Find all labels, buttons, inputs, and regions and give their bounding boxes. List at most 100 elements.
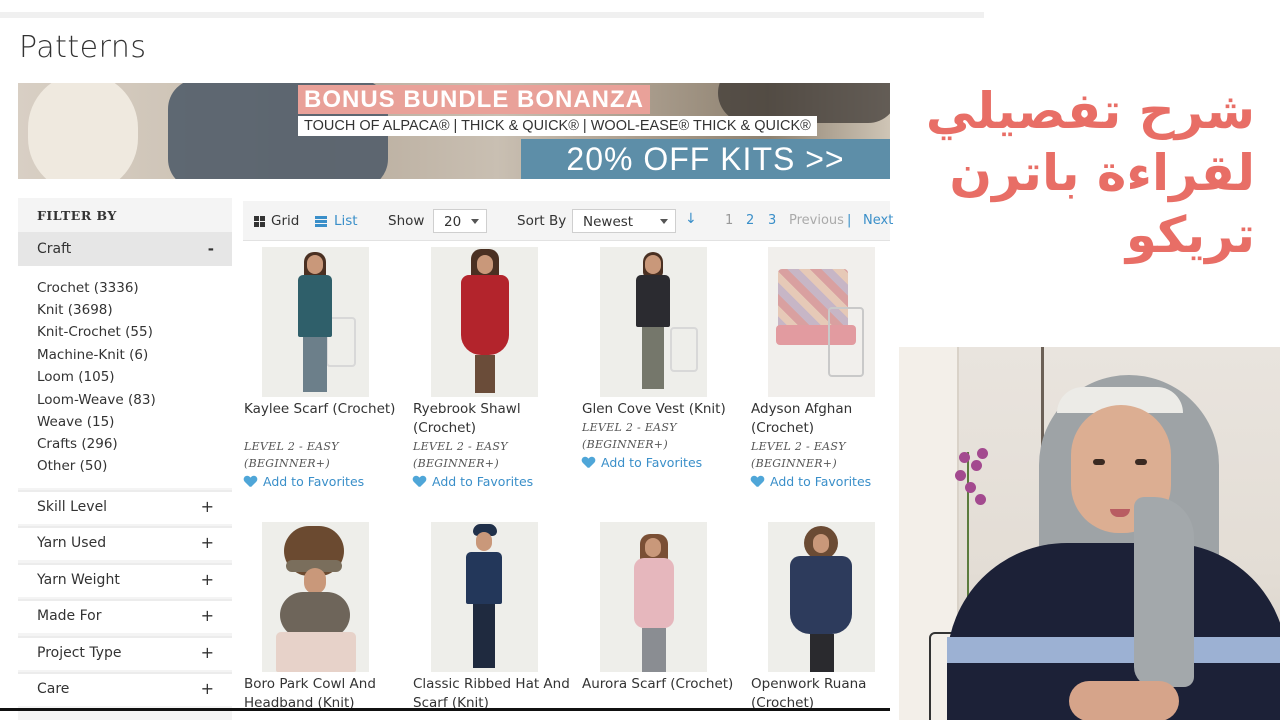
heart-icon	[244, 476, 257, 487]
sort-label: Sort By	[517, 213, 567, 229]
product-name[interactable]: Glen Cove Vest (Knit)	[582, 400, 742, 419]
banner-headline: BONUS BUNDLE BONANZA	[298, 85, 650, 114]
product-card[interactable]: Classic Ribbed Hat And Scarf (Knit)	[413, 522, 573, 708]
product-card[interactable]: Boro Park Cowl And Headband (Knit)	[244, 522, 404, 708]
favorite-label: Add to Favorites	[601, 455, 703, 470]
filter-craft-header[interactable]: Craft -	[18, 232, 232, 266]
product-level-note: (BEGINNER+)	[413, 457, 499, 470]
craft-option-weave[interactable]: Weave (15)	[37, 414, 114, 430]
overlay-line-3: تريكو	[1125, 206, 1255, 264]
product-image[interactable]	[431, 247, 538, 397]
list-icon[interactable]	[315, 216, 327, 227]
sort-value: Newest	[583, 214, 634, 230]
sort-direction-icon[interactable]: ↓	[685, 211, 697, 227]
banner-yarn-image	[28, 83, 138, 179]
product-image[interactable]	[431, 522, 538, 672]
scarf	[1134, 497, 1194, 687]
product-image[interactable]	[768, 522, 875, 672]
eye	[1093, 459, 1105, 465]
facet-label: Skill Level	[37, 499, 108, 515]
facet-label: Care	[37, 681, 70, 697]
next-link[interactable]: Next	[863, 213, 893, 228]
banner-offer-button[interactable]: 20% OFF KITS >>	[521, 139, 890, 179]
craft-option-loom[interactable]: Loom (105)	[37, 369, 115, 385]
craft-option-crochet[interactable]: Crochet (3336)	[37, 280, 139, 296]
product-image[interactable]	[262, 247, 369, 397]
expand-icon[interactable]: +	[201, 643, 214, 662]
expand-icon[interactable]: +	[201, 497, 214, 516]
filter-made-for[interactable]: Made For +	[18, 599, 232, 633]
favorite-label: Add to Favorites	[770, 474, 872, 489]
filter-sidebar: FILTER BY Craft - Crochet (3336) Knit (3…	[18, 198, 232, 720]
expand-icon[interactable]: +	[201, 679, 214, 698]
filter-skill-level[interactable]: Skill Level +	[18, 490, 232, 524]
craft-options: Crochet (3336) Knit (3698) Knit-Crochet …	[18, 266, 232, 488]
product-image[interactable]	[600, 522, 707, 672]
product-card[interactable]: Glen Cove Vest (Knit) LEVEL 2 - EASY (BE…	[582, 247, 742, 497]
craft-option-other[interactable]: Other (50)	[37, 458, 107, 474]
product-name[interactable]: Kaylee Scarf (Crochet)	[244, 400, 404, 419]
expand-icon[interactable]: +	[201, 570, 214, 589]
sweater-stripe	[947, 637, 1280, 663]
product-level: LEVEL 2 - EASY	[413, 440, 508, 453]
page-2-link[interactable]: 2	[746, 213, 754, 228]
product-card[interactable]: Ryebrook Shawl (Crochet) LEVEL 2 - EASY …	[413, 247, 573, 497]
show-count-select[interactable]: 20	[433, 209, 487, 233]
product-name[interactable]: Boro Park Cowl And Headband (Knit)	[244, 675, 404, 708]
filter-yarn-used[interactable]: Yarn Used +	[18, 526, 232, 560]
previous-link: Previous	[789, 213, 844, 228]
expand-icon[interactable]: +	[201, 606, 214, 625]
collapse-icon[interactable]: -	[208, 240, 214, 258]
sort-select[interactable]: Newest	[572, 209, 676, 233]
product-image[interactable]	[768, 247, 875, 397]
pager-separator: |	[847, 213, 852, 228]
craft-option-crafts[interactable]: Crafts (296)	[37, 436, 118, 452]
eye	[1135, 459, 1147, 465]
craft-option-loom-weave[interactable]: Loom-Weave (83)	[37, 392, 156, 408]
promo-banner[interactable]: BONUS BUNDLE BONANZA TOUCH OF ALPACA® | …	[18, 83, 890, 179]
page-1: 1	[725, 213, 734, 228]
product-card[interactable]: Adyson Afghan (Crochet) LEVEL 2 - EASY (…	[751, 247, 911, 497]
filter-by-heading: FILTER BY	[37, 208, 117, 223]
product-level: LEVEL 2 - EASY	[751, 440, 846, 453]
add-to-favorites[interactable]: Add to Favorites	[244, 474, 364, 489]
list-view-button[interactable]: List	[334, 213, 358, 229]
expand-icon[interactable]: +	[201, 533, 214, 552]
add-to-favorites[interactable]: Add to Favorites	[582, 455, 702, 470]
product-name[interactable]: Adyson Afghan (Crochet)	[751, 400, 911, 438]
product-name[interactable]: Aurora Scarf (Crochet)	[582, 675, 742, 694]
favorite-label: Add to Favorites	[263, 474, 365, 489]
filter-craft-label: Craft	[37, 241, 72, 257]
facet-label: Made For	[37, 608, 102, 624]
product-card[interactable]: Openwork Ruana (Crochet)	[751, 522, 911, 708]
craft-option-knit[interactable]: Knit (3698)	[37, 302, 113, 318]
filter-yarn-weight[interactable]: Yarn Weight +	[18, 563, 232, 597]
add-to-favorites[interactable]: Add to Favorites	[413, 474, 533, 489]
product-level-note: (BEGINNER+)	[244, 457, 330, 470]
hands	[1069, 681, 1179, 720]
product-level-note: (BEGINNER+)	[751, 457, 837, 470]
grid-icon[interactable]	[254, 216, 265, 227]
product-image[interactable]	[262, 522, 369, 672]
bottom-divider	[0, 708, 890, 711]
grid-view-button[interactable]: Grid	[271, 213, 299, 229]
heart-icon	[751, 476, 764, 487]
filter-project-type[interactable]: Project Type +	[18, 636, 232, 670]
filter-care[interactable]: Care +	[18, 672, 232, 706]
craft-option-machine-knit[interactable]: Machine-Knit (6)	[37, 347, 148, 363]
product-card[interactable]: Kaylee Scarf (Crochet) LEVEL 2 - EASY (B…	[244, 247, 404, 497]
product-name[interactable]: Ryebrook Shawl (Crochet)	[413, 400, 573, 438]
facet-label: Yarn Used	[37, 535, 107, 551]
overlay-line-2: لقراءة باترن	[949, 144, 1255, 202]
heart-icon	[413, 476, 426, 487]
product-image[interactable]	[600, 247, 707, 397]
product-card[interactable]: Aurora Scarf (Crochet)	[582, 522, 742, 708]
add-to-favorites[interactable]: Add to Favorites	[751, 474, 871, 489]
product-name[interactable]: Classic Ribbed Hat And Scarf (Knit)	[413, 675, 573, 708]
heart-icon	[582, 457, 595, 468]
product-name[interactable]: Openwork Ruana (Crochet)	[751, 675, 911, 708]
product-level-note: (BEGINNER+)	[582, 438, 668, 451]
craft-option-knit-crochet[interactable]: Knit-Crochet (55)	[37, 324, 153, 340]
page-3-link[interactable]: 3	[768, 213, 776, 228]
show-label: Show	[388, 213, 425, 229]
